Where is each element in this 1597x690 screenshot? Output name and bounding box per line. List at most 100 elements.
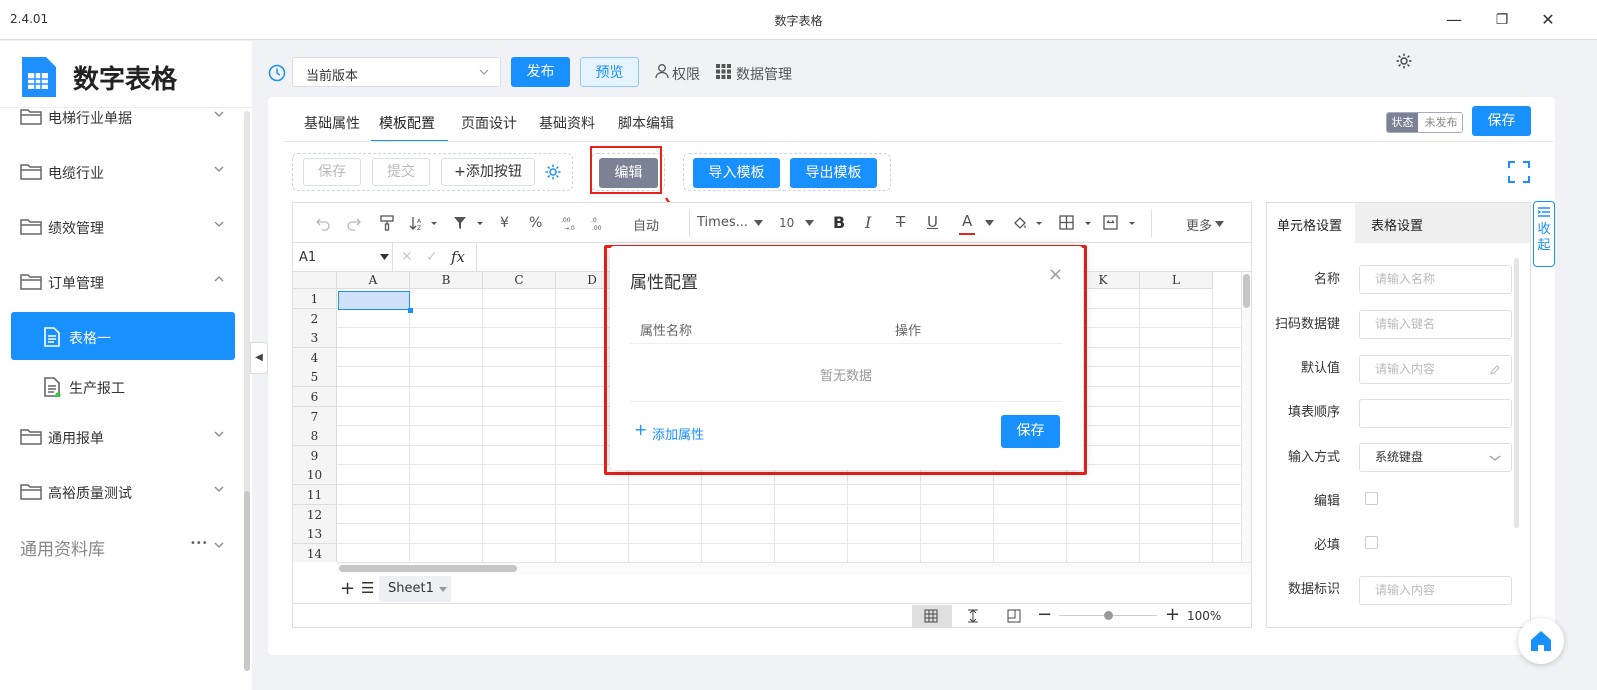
sidebar-collapse-button[interactable]: ◀ [250, 342, 268, 374]
tab-template[interactable]: 模板配置 [379, 113, 435, 133]
font-family-dropdown[interactable]: Times... [697, 215, 748, 230]
underline-button[interactable]: U [927, 213, 938, 231]
row-header[interactable]: 13 [293, 524, 337, 545]
format-painter-icon[interactable] [379, 215, 395, 231]
decrease-decimal-icon[interactable]: .00→.0 [561, 215, 577, 231]
add-button-button[interactable]: +添加按钮 [441, 158, 535, 186]
fill-order-input[interactable] [1359, 399, 1512, 428]
tab-script[interactable]: 脚本编辑 [618, 113, 674, 133]
home-button[interactable] [1518, 618, 1564, 664]
version-select[interactable]: 当前版本 [292, 57, 501, 87]
data-id-input[interactable]: 请输入内容 [1359, 576, 1512, 605]
input-method-select[interactable]: 系统键盘 [1359, 443, 1512, 472]
normal-view-button[interactable] [912, 605, 952, 627]
sidebar-subitem-production[interactable]: 生产报工 [11, 362, 235, 410]
row-header[interactable]: 12 [293, 504, 337, 525]
sidebar-subitem-table1[interactable]: 表格一 [11, 312, 235, 360]
permission-link[interactable]: 权限 [672, 64, 700, 84]
maximize-button[interactable]: ❐ [1490, 8, 1514, 32]
preview-button[interactable]: 预览 [580, 57, 639, 87]
import-template-button[interactable]: 导入模板 [693, 158, 780, 188]
auto-format-dropdown[interactable]: 自动 [633, 215, 659, 234]
save-button[interactable]: 保存 [1472, 106, 1531, 136]
undo-icon[interactable] [315, 215, 331, 231]
editable-checkbox[interactable] [1365, 492, 1378, 505]
edit-pen-icon[interactable] [1489, 364, 1501, 376]
row-header[interactable]: 3 [293, 328, 337, 349]
tab-table-settings[interactable]: 表格设置 [1355, 203, 1530, 243]
zoom-in-button[interactable]: + [1165, 604, 1180, 625]
column-header[interactable]: A [337, 272, 410, 289]
add-sheet-button[interactable]: + [340, 578, 355, 599]
filter-icon[interactable] [453, 215, 483, 231]
currency-icon[interactable]: ¥ [500, 215, 509, 231]
column-header[interactable]: B [410, 272, 483, 289]
sidebar-item-elevator[interactable]: 电梯行业单据 [0, 108, 240, 143]
data-manage-link[interactable]: 数据管理 [736, 64, 792, 84]
more-icon[interactable]: ••• [190, 538, 208, 549]
row-header[interactable]: 4 [293, 347, 337, 368]
row-header[interactable]: 1 [293, 289, 337, 309]
row-header[interactable]: 8 [293, 426, 337, 447]
font-color-button[interactable]: A [962, 212, 972, 230]
default-value-input[interactable]: 请输入内容 [1359, 355, 1512, 384]
row-header[interactable]: 10 [293, 465, 337, 486]
row-header[interactable]: 14 [293, 543, 337, 562]
sidebar-item-orders[interactable]: 订单管理 [0, 256, 240, 308]
column-header[interactable]: L [1140, 272, 1213, 289]
sidebar-item-performance[interactable]: 绩效管理 [0, 201, 240, 253]
fill-color-icon[interactable] [1012, 215, 1044, 231]
dialog-save-button[interactable]: 保存 [1001, 415, 1060, 448]
page-layout-icon[interactable] [1007, 609, 1021, 623]
save-action-button[interactable]: 保存 [303, 158, 361, 186]
cancel-formula-icon[interactable]: ✕ [401, 249, 413, 265]
cell-reference[interactable]: A1 [299, 250, 316, 265]
row-header[interactable]: 9 [293, 445, 337, 466]
panel-collapse-tab[interactable]: 收起 [1533, 201, 1555, 267]
more-dropdown[interactable]: 更多 [1186, 215, 1212, 234]
sidebar-item-general[interactable]: 通用报单 [0, 411, 240, 463]
sort-icon[interactable]: AZ [409, 215, 437, 231]
row-header[interactable]: 2 [293, 308, 337, 329]
column-header[interactable]: C [483, 272, 556, 289]
italic-button[interactable]: I [865, 213, 871, 232]
sheet-list-button[interactable]: ☰ [361, 579, 374, 597]
row-header[interactable]: 5 [293, 367, 337, 388]
strikethrough-button[interactable]: T [896, 213, 905, 231]
minimize-button[interactable]: — [1442, 8, 1466, 32]
selected-cell[interactable] [338, 291, 410, 310]
sidebar-item-cable[interactable]: 电缆行业 [0, 146, 240, 198]
settings-icon[interactable] [544, 163, 562, 181]
zoom-out-button[interactable]: − [1037, 604, 1052, 625]
row-header[interactable]: 7 [293, 406, 337, 427]
zoom-slider-thumb[interactable] [1104, 611, 1113, 620]
grid-corner[interactable] [293, 272, 337, 289]
dialog-close-icon[interactable]: × [1048, 264, 1063, 285]
name-input[interactable]: 请输入名称 [1359, 265, 1512, 294]
tab-cell-settings[interactable]: 单元格设置 [1267, 203, 1355, 243]
page-break-icon[interactable] [966, 609, 980, 623]
close-window-button[interactable]: ✕ [1536, 8, 1560, 32]
horizontal-scrollbar[interactable] [337, 562, 1251, 574]
sidebar-item-library[interactable]: 通用资料库 ••• [0, 522, 240, 574]
merge-cells-icon[interactable] [1103, 215, 1137, 231]
submit-action-button[interactable]: 提交 [372, 158, 430, 186]
row-header[interactable]: 11 [293, 485, 337, 505]
increase-decimal-icon[interactable]: .0.00 [591, 215, 607, 231]
required-checkbox[interactable] [1365, 536, 1378, 549]
tab-page-design[interactable]: 页面设计 [461, 113, 517, 133]
tab-base-data[interactable]: 基础资料 [539, 113, 595, 133]
row-header[interactable]: 6 [293, 387, 337, 407]
scan-key-input[interactable]: 请输入键名 [1359, 310, 1512, 339]
confirm-formula-icon[interactable]: ✓ [426, 249, 438, 265]
sidebar-item-quality[interactable]: 高裕质量测试 [0, 466, 240, 518]
border-icon[interactable] [1059, 215, 1093, 231]
tab-basic[interactable]: 基础属性 [304, 113, 360, 133]
percent-icon[interactable]: % [529, 215, 542, 231]
export-template-button[interactable]: 导出模板 [790, 158, 877, 188]
publish-button[interactable]: 发布 [511, 57, 570, 87]
sheet-tab-sheet1[interactable]: Sheet1 [379, 576, 451, 602]
panel-scrollbar[interactable] [1514, 258, 1519, 528]
font-size-dropdown[interactable]: 10 [779, 216, 794, 230]
bold-button[interactable]: B [833, 213, 845, 232]
